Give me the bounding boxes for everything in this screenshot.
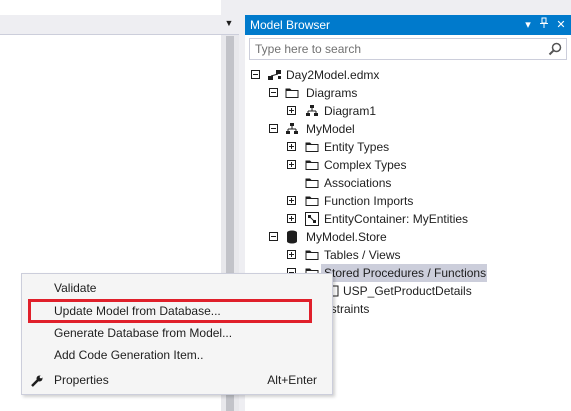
tree-item-entity-container[interactable]: EntityContainer: MyEntities — [245, 210, 571, 228]
entity-container-icon — [305, 212, 319, 226]
tree-item-mymodel[interactable]: MyModel — [245, 120, 571, 138]
tree-item-label: Diagram1 — [324, 104, 377, 118]
pin-icon[interactable] — [537, 17, 551, 33]
context-menu: Validate Update Model from Database... G… — [21, 273, 333, 395]
annotation-highlight-box — [28, 299, 312, 323]
diagram-icon — [305, 104, 319, 118]
tree-item-diagram1[interactable]: Diagram1 — [245, 102, 571, 120]
menu-item-validate[interactable]: Validate — [23, 277, 331, 299]
menu-item-label: Add Code Generation Item.. — [54, 348, 204, 362]
panel-title: Model Browser — [250, 18, 331, 32]
tree-item-label: Entity Types — [324, 140, 390, 154]
expand-toggle[interactable] — [287, 160, 296, 169]
collapse-toggle[interactable] — [251, 70, 260, 79]
expand-toggle[interactable] — [287, 196, 296, 205]
expand-toggle[interactable] — [287, 214, 296, 223]
tree-item-day2model-edmx[interactable]: Day2Model.edmx — [245, 66, 571, 84]
tree-item-tables-views[interactable]: Tables / Views — [245, 246, 571, 264]
tree-item-label: MyModel.Store — [306, 230, 387, 244]
folder-icon — [305, 140, 319, 154]
tree-item-label: Diagrams — [306, 86, 358, 100]
search-box[interactable] — [249, 38, 567, 60]
menu-item-label: Generate Database from Model... — [54, 326, 233, 340]
tree-item-complex-types[interactable]: Complex Types — [245, 156, 571, 174]
menu-item-shortcut: Alt+Enter — [267, 373, 317, 387]
tree-item-entity-types[interactable]: Entity Types — [245, 138, 571, 156]
menu-item-properties[interactable]: Properties Alt+Enter — [23, 369, 331, 391]
tree-item-mymodel-store[interactable]: MyModel.Store — [245, 228, 571, 246]
collapse-toggle[interactable] — [269, 124, 278, 133]
search-icon[interactable] — [548, 42, 562, 56]
folder-icon — [305, 248, 319, 262]
collapse-toggle[interactable] — [269, 88, 278, 97]
model-icon — [285, 122, 299, 136]
menu-item-add-code-generation[interactable]: Add Code Generation Item.. — [23, 344, 331, 366]
tree-item-diagrams[interactable]: Diagrams — [245, 84, 571, 102]
search-input[interactable] — [250, 39, 540, 59]
wrench-icon — [30, 373, 44, 387]
tree-item-label: MyModel — [306, 122, 355, 136]
tree-item-label: Day2Model.edmx — [286, 68, 380, 82]
expand-toggle[interactable] — [287, 142, 296, 151]
tree-item-label: Stored Procedures / Functions — [324, 266, 487, 280]
tree-item-associations[interactable]: Associations — [245, 174, 571, 192]
folder-icon — [305, 158, 319, 172]
dropdown-icon[interactable]: ▾ — [521, 17, 535, 33]
tree-item-label: EntityContainer: MyEntities — [324, 212, 469, 226]
edmx-icon — [267, 68, 281, 82]
model-browser-title-bar: Model Browser ▾ ✕ — [245, 15, 571, 35]
tree-item-label: Complex Types — [324, 158, 407, 172]
collapse-toggle[interactable] — [269, 232, 278, 241]
menu-item-label: Validate — [54, 281, 97, 295]
tree-item-label: Tables / Views — [324, 248, 401, 262]
folder-icon — [285, 86, 299, 100]
menu-item-label: Properties — [54, 373, 109, 387]
close-icon[interactable]: ✕ — [554, 17, 568, 33]
folder-icon — [305, 176, 319, 190]
tree-item-label: Associations — [324, 176, 392, 190]
tree-item-label: USP_GetProductDetails — [343, 284, 472, 298]
tree-item-function-imports[interactable]: Function Imports — [245, 192, 571, 210]
tree-item-label: Function Imports — [324, 194, 414, 208]
expand-toggle[interactable] — [287, 106, 296, 115]
folder-icon — [305, 194, 319, 208]
menu-item-generate-database[interactable]: Generate Database from Model... — [23, 322, 331, 344]
chevron-down-icon[interactable]: ▼ — [222, 16, 236, 30]
expand-toggle[interactable] — [287, 250, 296, 259]
designer-header — [0, 15, 240, 35]
database-icon — [286, 230, 300, 244]
